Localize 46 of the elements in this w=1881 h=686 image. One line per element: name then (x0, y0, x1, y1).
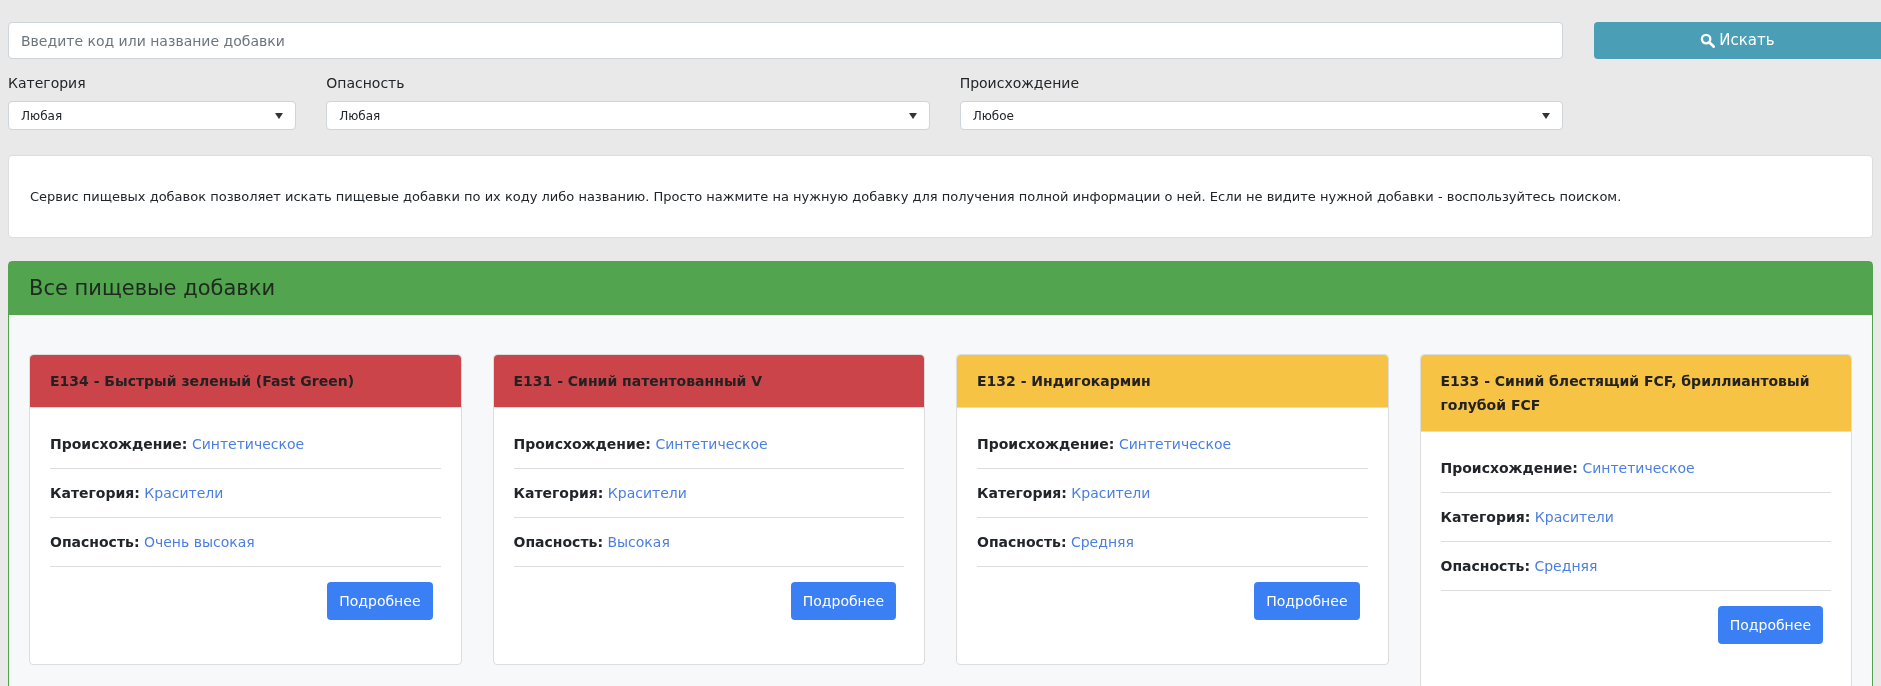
field-label: Опасность: (513, 534, 603, 550)
field-label: Опасность: (1440, 558, 1530, 574)
search-button[interactable]: Искать (1594, 22, 1881, 59)
field-value[interactable]: Средняя (1534, 558, 1598, 574)
search-icon (1700, 33, 1716, 48)
details-button[interactable]: Подробнее (1717, 606, 1823, 644)
info-box: Сервис пищевых добавок позволяет искать пищевые добавки по их коду либо названию. Просто нажмите на нужную добавку для получения полной информации о ней. Если не видите нужной добавки - воспользуйтесь поиском. (8, 155, 1873, 238)
field-value[interactable]: Красители (144, 485, 224, 501)
field-label: Категория: (977, 485, 1067, 501)
card-title: E132 - Индигокармин (977, 373, 1151, 389)
field-label: Опасность: (50, 534, 140, 550)
dropdown-caret-icon (908, 112, 917, 119)
field-label: Происхождение: (1440, 460, 1578, 476)
card-title: E133 - Синий блестящий FCF, бриллиантовый голубой FCF (1440, 373, 1810, 413)
field-label: Категория: (513, 485, 604, 501)
field-label: Опасность: (977, 534, 1067, 550)
field-value[interactable]: Синтетическое (191, 436, 305, 452)
filter-select[interactable]: Любая (8, 101, 297, 130)
field-label: Происхождение: (977, 436, 1115, 452)
filter-label: Категория (8, 74, 86, 93)
panel-title: Все пищевые добавки (29, 274, 276, 302)
card-title: E131 - Синий патентованный V (513, 373, 763, 389)
card-title: E134 - Быстрый зеленый (Fast Green) (50, 373, 355, 389)
field-value[interactable]: Высокая (607, 534, 670, 550)
filter-label: Происхождение (959, 74, 1080, 93)
field-value[interactable]: Красители (1071, 485, 1151, 501)
details-button[interactable]: Подробнее (1254, 582, 1360, 620)
filter-select[interactable]: Любая (326, 101, 930, 130)
search-field[interactable]: Введите код или название добавки (8, 22, 1563, 59)
filter-label: Опасность (326, 74, 405, 93)
details-button[interactable]: Подробнее (327, 582, 433, 620)
field-label: Категория: (1440, 509, 1531, 525)
field-value[interactable]: Синтетическое (1582, 460, 1695, 476)
field-value[interactable]: Синтетическое (655, 436, 768, 452)
field-label: Категория: (50, 485, 140, 501)
dropdown-caret-icon (275, 112, 284, 119)
field-value[interactable]: Очень высокая (143, 534, 255, 550)
field-label: Происхождение: (50, 436, 188, 452)
field-value[interactable]: Красители (607, 485, 687, 501)
field-value[interactable]: Красители (1534, 509, 1614, 525)
field-label: Происхождение: (513, 436, 651, 452)
details-button[interactable]: Подробнее (790, 582, 896, 620)
field-value[interactable]: Синтетическое (1118, 436, 1232, 452)
field-value[interactable]: Средняя (1070, 534, 1134, 550)
dropdown-caret-icon (1542, 112, 1550, 119)
filter-select[interactable]: Любое (959, 101, 1563, 130)
